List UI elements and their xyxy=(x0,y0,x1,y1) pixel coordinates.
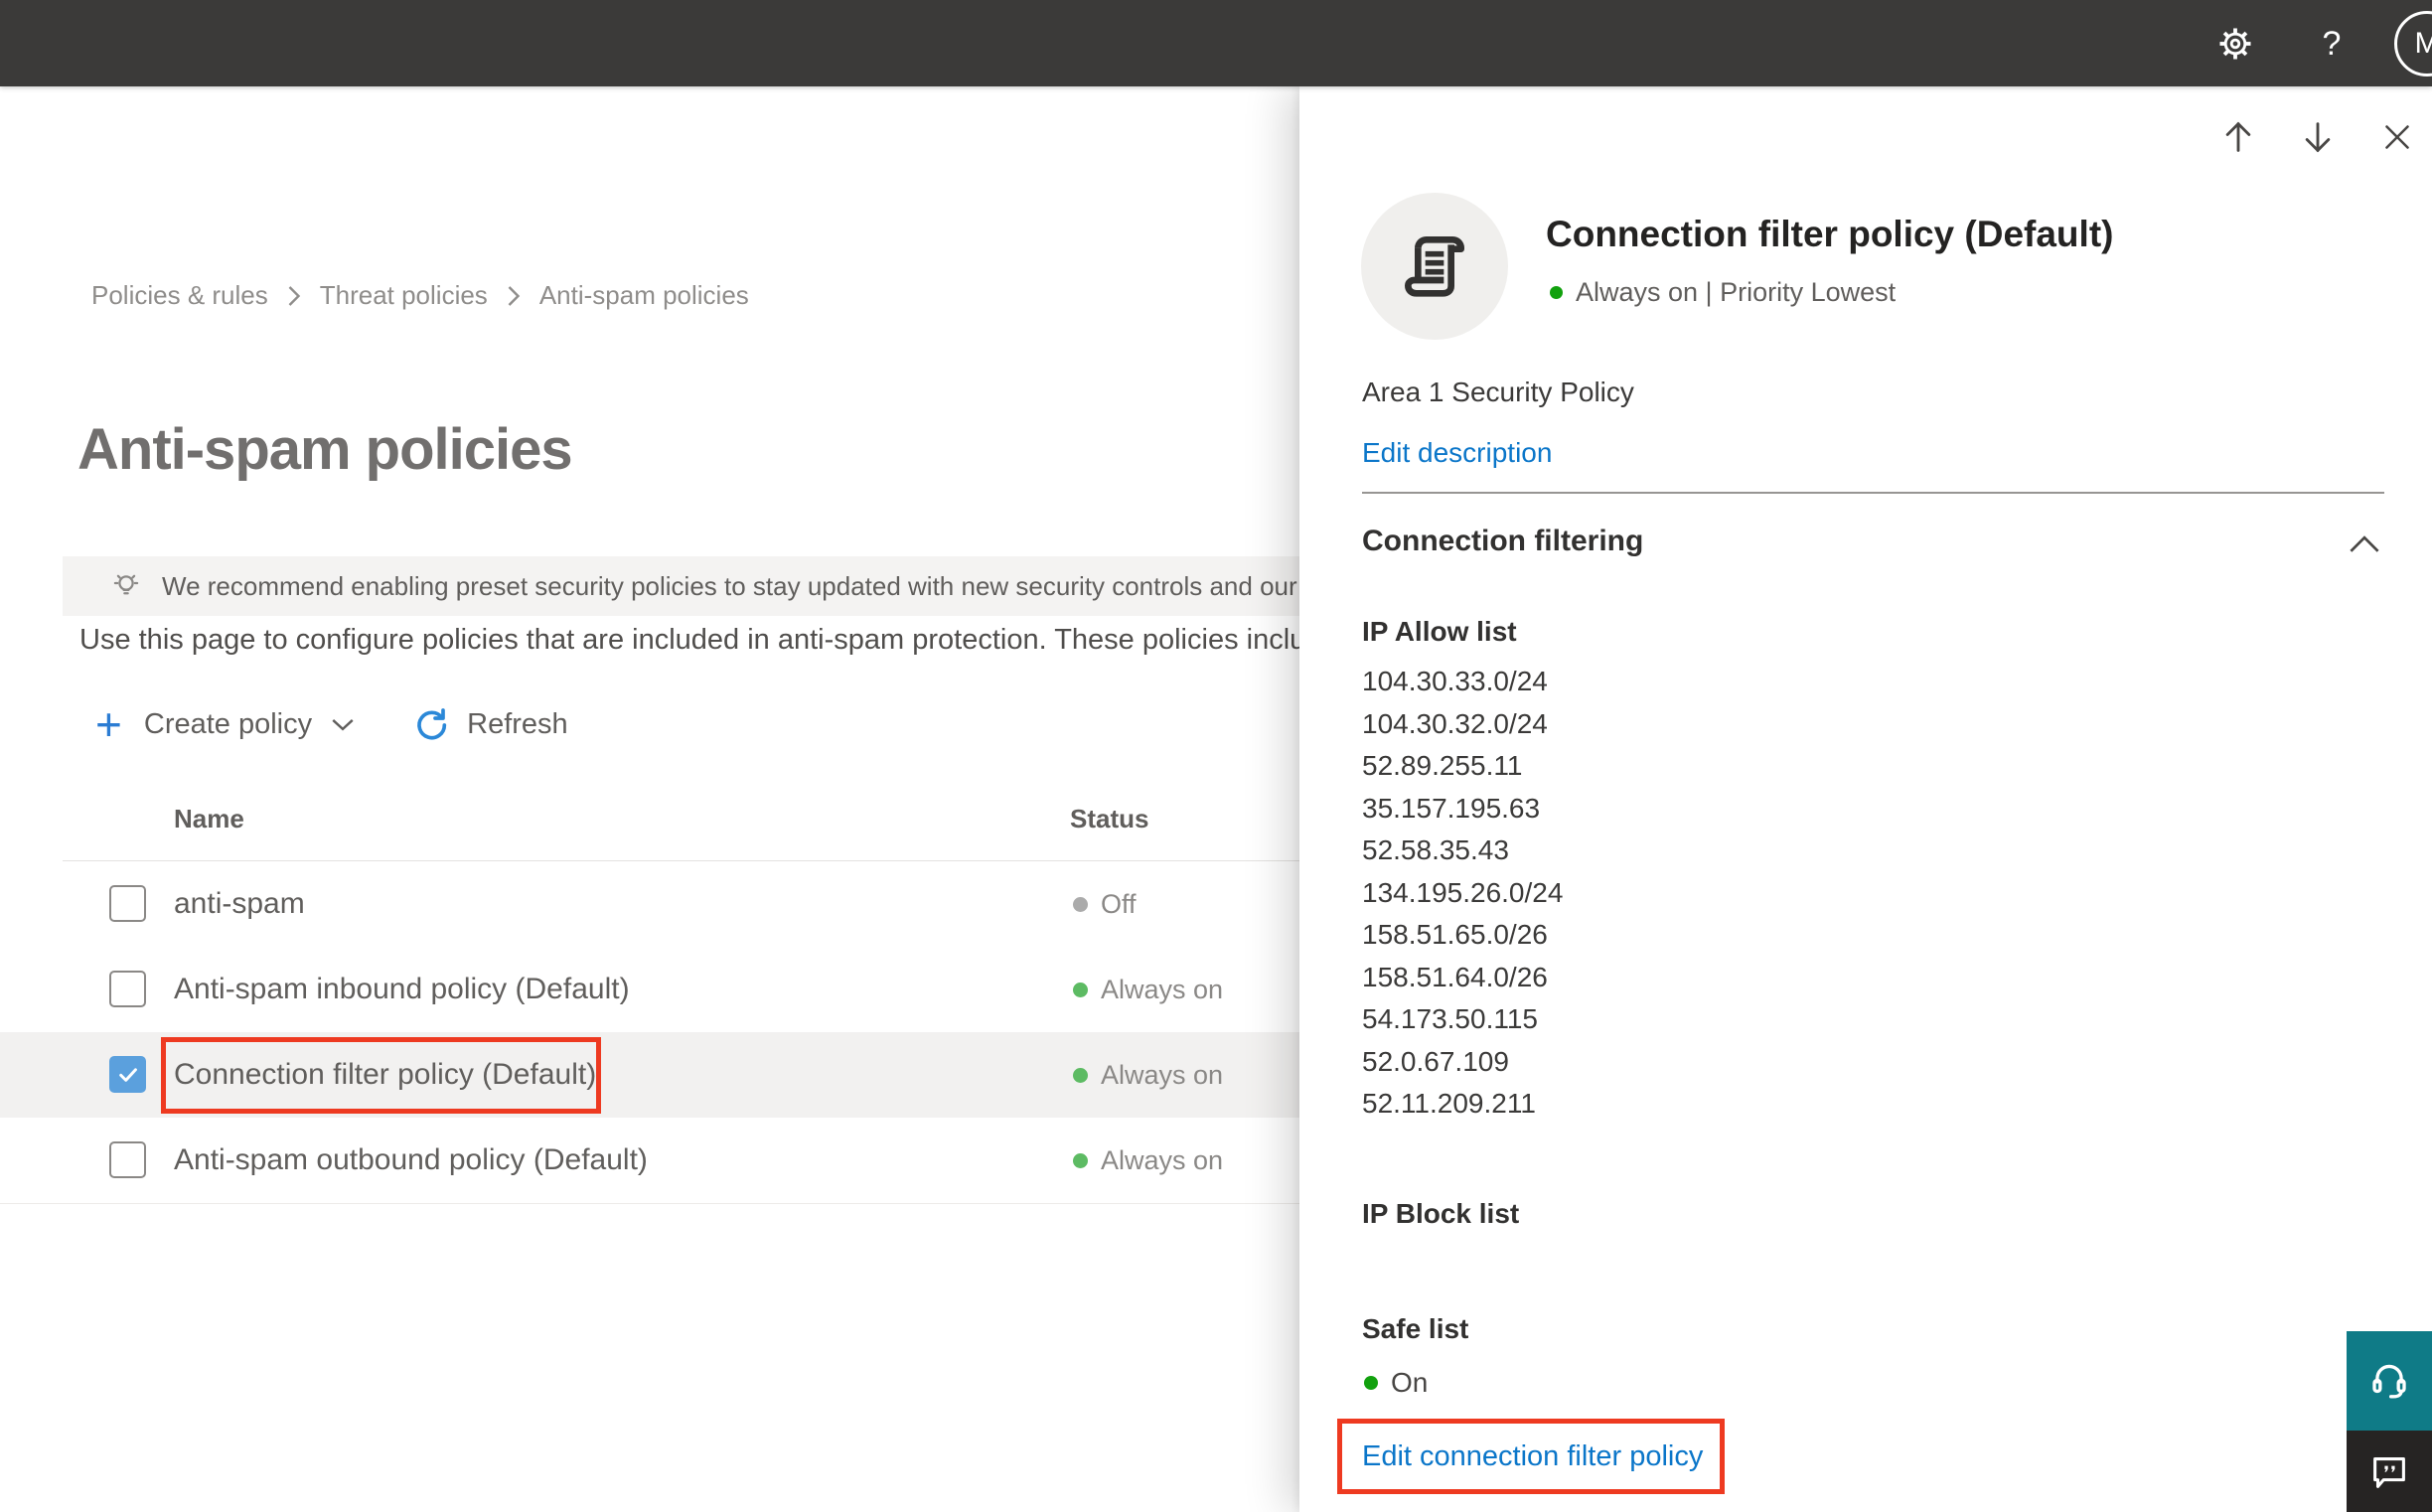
section-title-connection-filtering: Connection filtering xyxy=(1362,525,1644,557)
ip-allow-entry: 52.58.35.43 xyxy=(1362,834,1509,865)
table-row[interactable]: Anti-spam outbound policy (Default) Alwa… xyxy=(0,1118,1299,1204)
policy-name[interactable]: anti-spam xyxy=(174,861,305,947)
top-app-bar: ? M xyxy=(0,0,2432,86)
page-title: Anti-spam policies xyxy=(77,417,573,482)
avatar-initial: M xyxy=(2414,27,2432,60)
table-row[interactable]: anti-spam Off xyxy=(0,861,1299,948)
flyout-status-line: Always on | Priority Lowest xyxy=(1550,277,1896,308)
status-label: Always on xyxy=(1101,974,1224,1004)
column-header-status[interactable]: Status xyxy=(1070,804,1148,834)
breadcrumb-policies-rules[interactable]: Policies & rules xyxy=(91,280,268,311)
ip-allow-entry: 134.195.26.0/24 xyxy=(1362,876,1564,908)
policy-name[interactable]: Anti-spam outbound policy (Default) xyxy=(174,1118,648,1203)
ip-allow-entry: 104.30.32.0/24 xyxy=(1362,707,1548,739)
app-window: ? M Policies & rules Threat policies Ant… xyxy=(0,0,2432,1512)
safe-list-status: On xyxy=(1364,1367,1428,1399)
main-content: Policies & rules Threat policies Anti-sp… xyxy=(0,86,1299,1512)
ip-allow-entry: 52.89.255.11 xyxy=(1362,750,1523,781)
next-item-button[interactable] xyxy=(2296,115,2340,159)
status-cell: Off xyxy=(1073,861,1137,947)
settings-gear-icon[interactable] xyxy=(2213,22,2257,66)
column-header-name[interactable]: Name xyxy=(174,804,244,834)
status-label: Always on xyxy=(1101,1144,1224,1175)
status-dot-on xyxy=(1364,1376,1378,1390)
previous-item-button[interactable] xyxy=(2216,115,2260,159)
safe-list-label: Safe list xyxy=(1362,1313,1469,1344)
edit-description-link[interactable]: Edit description xyxy=(1362,437,1552,469)
gear-icon xyxy=(2219,28,2251,60)
edit-connection-filter-policy-link[interactable]: Edit connection filter policy xyxy=(1362,1440,1703,1473)
arrow-up-icon xyxy=(2225,121,2251,152)
ip-allow-list-label: IP Allow list xyxy=(1362,616,1517,647)
policy-name[interactable]: Connection filter policy (Default) xyxy=(174,1032,596,1118)
status-label: Off xyxy=(1101,888,1137,919)
close-icon xyxy=(2385,125,2409,149)
status-dot-on xyxy=(1073,982,1088,997)
flyout-title: Connection filter policy (Default) xyxy=(1546,214,2114,254)
ip-allow-list: 104.30.33.0/24 104.30.32.0/24 52.89.255.… xyxy=(1362,661,1563,1126)
status-dot-on xyxy=(1550,286,1563,299)
create-policy-label: Create policy xyxy=(143,707,313,740)
status-dot-off xyxy=(1073,896,1088,912)
safe-list-status-text: On xyxy=(1391,1367,1429,1398)
lightbulb-icon xyxy=(108,568,144,604)
policy-details-flyout: Connection filter policy (Default) Alway… xyxy=(1299,86,2432,1512)
support-button[interactable] xyxy=(2347,1331,2432,1431)
breadcrumb-threat-policies[interactable]: Threat policies xyxy=(320,280,488,311)
status-cell: Always on xyxy=(1073,947,1223,1032)
headset-icon xyxy=(2372,1364,2406,1399)
refresh-button[interactable]: Refresh xyxy=(411,704,568,744)
ip-block-list-label: IP Block list xyxy=(1362,1198,1520,1229)
status-dot-on xyxy=(1073,1067,1088,1083)
flyout-status-text: Always on | Priority Lowest xyxy=(1576,277,1897,307)
collapse-section-button[interactable] xyxy=(2345,529,2384,559)
page-description: Use this page to configure policies that… xyxy=(79,624,1299,656)
policy-name[interactable]: Anti-spam inbound policy (Default) xyxy=(174,947,630,1032)
account-avatar[interactable]: M xyxy=(2394,11,2432,76)
section-divider xyxy=(1362,492,2384,494)
toolbar: + Create policy Refresh xyxy=(95,698,568,750)
chat-feedback-icon xyxy=(2373,1457,2405,1488)
row-checkbox[interactable] xyxy=(109,1141,146,1178)
chevron-down-icon xyxy=(330,711,356,737)
status-dot-on xyxy=(1073,1152,1088,1168)
plus-icon: + xyxy=(95,698,122,750)
status-cell: Always on xyxy=(1073,1032,1223,1118)
chevron-right-icon xyxy=(506,284,522,308)
refresh-label: Refresh xyxy=(467,707,568,740)
recommendation-banner: We recommend enabling preset security po… xyxy=(63,556,1299,616)
status-label: Always on xyxy=(1101,1059,1224,1090)
banner-text: We recommend enabling preset security po… xyxy=(162,570,1299,601)
chevron-up-icon xyxy=(2350,535,2379,552)
breadcrumb-anti-spam-policies[interactable]: Anti-spam policies xyxy=(539,280,749,311)
scroll-policy-icon xyxy=(1405,236,1464,297)
ip-allow-entry: 54.173.50.115 xyxy=(1362,1003,1538,1034)
arrow-down-icon xyxy=(2305,122,2331,153)
ip-allow-entry: 104.30.33.0/24 xyxy=(1362,666,1548,696)
help-icon[interactable]: ? xyxy=(2310,22,2354,66)
breadcrumb: Policies & rules Threat policies Anti-sp… xyxy=(91,280,749,311)
ip-allow-entry: 52.11.209.211 xyxy=(1362,1088,1536,1119)
chevron-right-icon xyxy=(286,284,302,308)
ip-allow-entry: 158.51.65.0/26 xyxy=(1362,919,1548,950)
row-checkbox[interactable] xyxy=(109,971,146,1007)
refresh-icon xyxy=(417,708,447,740)
table-row[interactable]: Anti-spam inbound policy (Default) Alway… xyxy=(0,947,1299,1033)
close-flyout-button[interactable] xyxy=(2375,115,2419,159)
create-policy-button[interactable]: + Create policy xyxy=(95,701,356,747)
policy-type-avatar xyxy=(1361,193,1508,340)
policy-description: Area 1 Security Policy xyxy=(1362,377,1634,407)
check-icon xyxy=(118,1067,137,1082)
ip-allow-entry: 35.157.195.63 xyxy=(1362,792,1541,824)
row-checkbox[interactable] xyxy=(109,885,146,922)
table-row-selected[interactable]: Connection filter policy (Default) Alway… xyxy=(0,1032,1299,1119)
ip-allow-entry: 158.51.64.0/26 xyxy=(1362,961,1548,992)
feedback-button[interactable] xyxy=(2347,1431,2432,1512)
row-checkbox-checked[interactable] xyxy=(109,1056,146,1093)
ip-allow-entry: 52.0.67.109 xyxy=(1362,1045,1509,1077)
status-cell: Always on xyxy=(1073,1118,1223,1203)
